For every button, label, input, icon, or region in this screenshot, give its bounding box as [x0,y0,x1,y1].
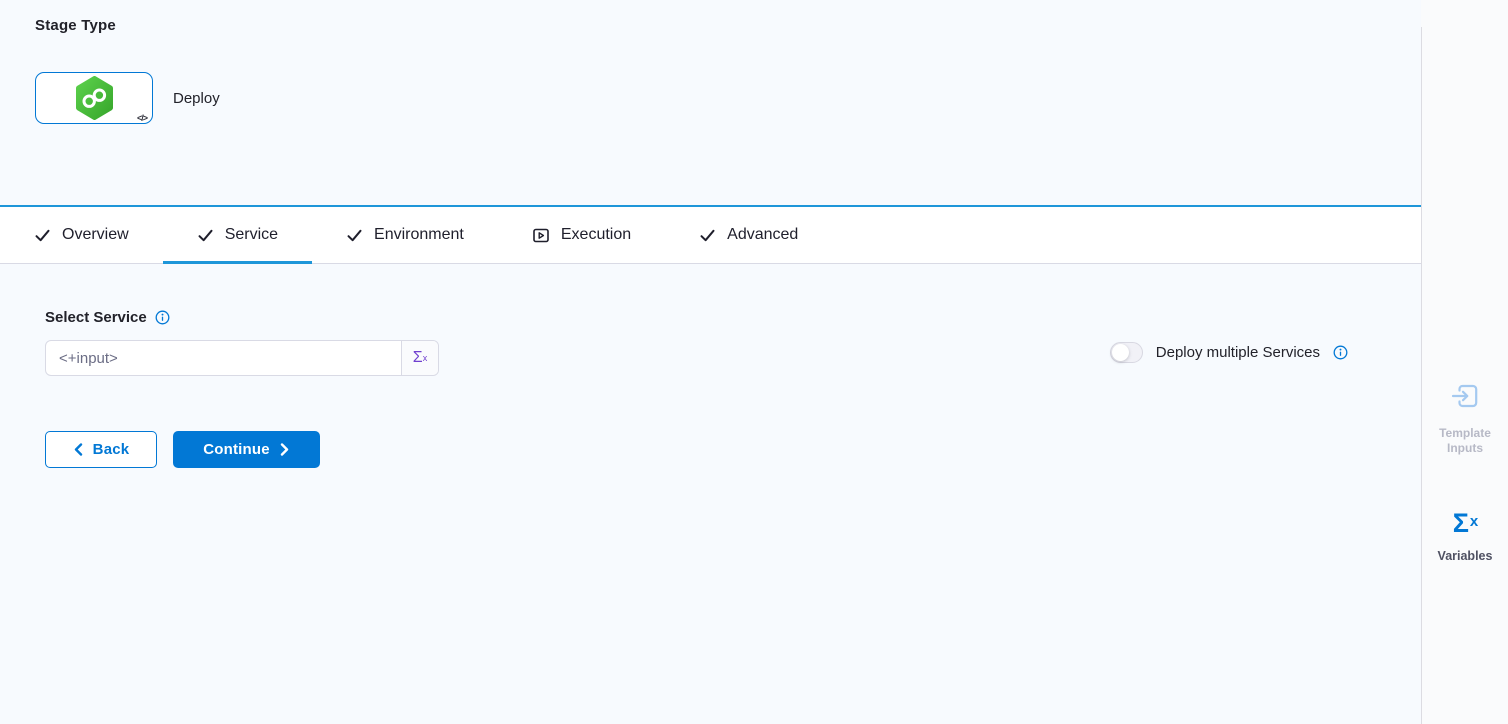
tab-advanced[interactable]: Advanced [665,207,832,263]
tab-environment[interactable]: Environment [312,207,498,263]
variables-label: Variables [1434,549,1496,564]
tab-label: Execution [561,226,631,244]
stage-card-label: Deploy [173,90,220,107]
chevron-left-icon [73,443,84,456]
stage-type-section: Stage Type [0,0,1421,207]
template-inputs-icon [1449,381,1481,411]
code-icon: </> [137,113,147,123]
selected-stage-row: </> Deploy [35,72,1421,124]
runtime-input-type-button[interactable]: Σx [401,341,438,375]
deploy-multiple-services-toggle[interactable] [1110,342,1143,363]
stage-configuration-page: Stage Type [0,0,1508,724]
check-icon [346,227,363,244]
stage-tabs: Overview Service Environment [0,207,1421,264]
deploy-stage-card[interactable]: </> [35,72,153,124]
check-icon [197,227,214,244]
check-icon [699,227,716,244]
select-service-label-row: Select Service [45,309,1421,326]
info-icon[interactable] [1333,345,1348,360]
sigma-x-icon: Σx [1453,510,1478,537]
service-tab-content: Select Service Σx [0,264,1421,724]
tab-execution[interactable]: Execution [498,207,665,263]
right-toolbar: Template Inputs Σx Variables [1421,0,1508,724]
chevron-right-icon [279,443,290,456]
template-inputs-label: Template Inputs [1434,426,1496,456]
tab-service[interactable]: Service [163,207,312,263]
deploy-multiple-services-label: Deploy multiple Services [1156,344,1320,361]
info-icon[interactable] [155,310,170,325]
tab-label: Environment [374,226,464,244]
deploy-multiple-services-row: Deploy multiple Services [1110,342,1348,363]
main-panel: Stage Type [0,0,1421,724]
tab-label: Service [225,226,278,244]
cd-hexagon-icon [74,76,115,120]
back-button[interactable]: Back [45,431,157,468]
tab-label: Advanced [727,226,798,244]
toggle-knob [1112,344,1129,361]
play-box-icon [532,227,550,244]
form-actions: Back Continue [45,431,1421,468]
sigma-x-icon: Σ [413,349,423,366]
select-service-input-group: Σx [45,340,439,376]
tab-overview[interactable]: Overview [0,207,163,263]
template-inputs-button[interactable]: Template Inputs [1422,381,1508,456]
select-service-label: Select Service [45,309,147,326]
tab-label: Overview [62,226,129,244]
variables-button[interactable]: Σx Variables [1422,510,1508,564]
check-icon [34,227,51,244]
stage-type-heading: Stage Type [35,17,1421,34]
continue-button[interactable]: Continue [173,431,320,468]
select-service-input[interactable] [46,341,401,375]
